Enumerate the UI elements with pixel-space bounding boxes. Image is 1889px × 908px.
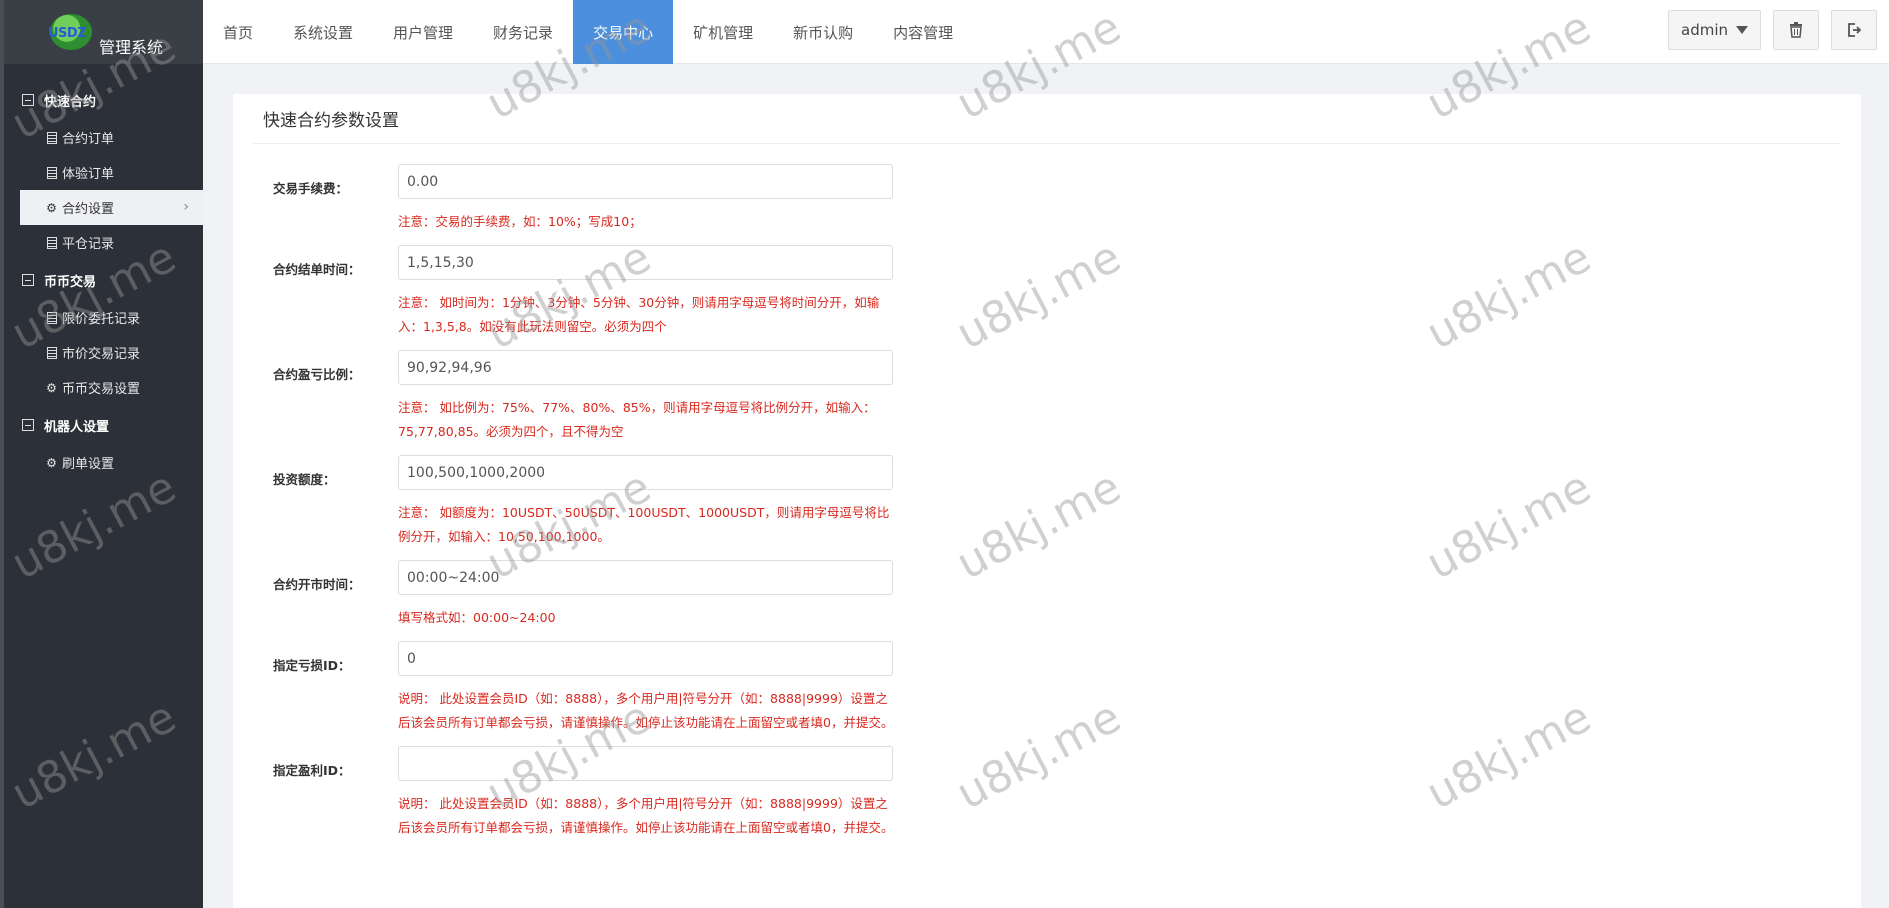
document-icon [45, 236, 58, 249]
fee-note: 注意：交易的手续费，如：10%；写成10； [398, 214, 642, 229]
sidebar-item-label: 合约订单 [62, 132, 115, 147]
user-name: admin [1681, 21, 1728, 39]
settle-time-label: 合约结单时间： [273, 262, 361, 277]
tab-finance-records[interactable]: 财务记录 [473, 0, 573, 64]
top-bar: 首页 系统设置 用户管理 财务记录 交易中心 矿机管理 新币认购 内容管理 ad… [203, 0, 1889, 64]
field-row-investment: 投资额度： 注意： 如额度为：10USDT、50USDT、100USDT、100… [233, 455, 1861, 549]
logout-button[interactable] [1831, 10, 1877, 50]
top-actions: admin [1668, 10, 1877, 50]
sidebar-item-label: 刷单设置 [62, 457, 115, 472]
sidebar-item-market-orders[interactable]: 市价交易记录 [4, 335, 203, 370]
caret-down-icon [1736, 26, 1748, 34]
sidebar-item-label: 限价委托记录 [62, 312, 141, 327]
document-icon [45, 166, 58, 179]
investment-note: 注意： 如额度为：10USDT、50USDT、100USDT、1000USDT，… [398, 505, 890, 544]
sidebar-item-contract-orders[interactable]: 合约订单 [4, 120, 203, 155]
open-time-input[interactable] [398, 560, 893, 595]
collapse-icon [22, 94, 34, 106]
fee-label: 交易手续费： [273, 181, 349, 196]
sidebar-item-limit-orders[interactable]: 限价委托记录 [4, 300, 203, 335]
sidebar-item-close-records[interactable]: 平仓记录 [4, 225, 203, 260]
document-icon [45, 311, 58, 324]
field-row-profit-ratio: 合约盈亏比例： 注意： 如比例为：75%、77%、80%、85%，则请用字母逗号… [233, 350, 1861, 444]
field-row-settle-time: 合约结单时间： 注意： 如时间为：1分钟、3分钟、5分钟、30分钟，则请用字母逗… [233, 245, 1861, 339]
sidebar-group-label: 机器人设置 [44, 419, 110, 435]
sidebar-item-label: 币币交易设置 [62, 382, 141, 397]
open-time-label: 合约开市时间： [273, 577, 361, 592]
sidebar-item-coin-settings[interactable]: ⚙ 币币交易设置 [4, 370, 203, 405]
tab-user-management[interactable]: 用户管理 [373, 0, 473, 64]
chevron-right-icon: › [183, 199, 189, 215]
collapse-icon [22, 419, 34, 431]
settle-time-input[interactable] [398, 245, 893, 280]
collapse-icon [22, 274, 34, 286]
profit-ratio-note: 注意： 如比例为：75%、77%、80%、85%，则请用字母逗号将比例分开，如输… [398, 400, 876, 439]
contract-settings-form: 交易手续费： 注意：交易的手续费，如：10%；写成10； 合约结单时间： 注意：… [233, 144, 1861, 840]
gear-icon: ⚙ [46, 200, 57, 215]
settle-time-note: 注意： 如时间为：1分钟、3分钟、5分钟、30分钟，则请用字母逗号将时间分开，如… [398, 295, 880, 334]
loss-id-note: 说明： 此处设置会员ID（如：8888），多个用户用|符号分开（如：8888|9… [398, 691, 894, 730]
sidebar-item-brush-settings[interactable]: ⚙ 刷单设置 [4, 445, 203, 480]
document-icon [45, 346, 58, 359]
field-row-fee: 交易手续费： 注意：交易的手续费，如：10%；写成10； [233, 164, 1861, 234]
user-dropdown-button[interactable]: admin [1668, 10, 1761, 50]
profit-id-input[interactable] [398, 746, 893, 781]
investment-input[interactable] [398, 455, 893, 490]
sidebar-item-label: 市价交易记录 [62, 347, 141, 362]
page-title: 快速合约参数设置 [253, 94, 1841, 144]
profit-ratio-label: 合约盈亏比例： [273, 367, 361, 382]
tab-miner-management[interactable]: 矿机管理 [673, 0, 773, 64]
loss-id-label: 指定亏损ID： [273, 658, 351, 673]
field-row-open-time: 合约开市时间： 填写格式如：00:00~24:00 [233, 560, 1861, 630]
tab-system-settings[interactable]: 系统设置 [273, 0, 373, 64]
sidebar-item-trial-orders[interactable]: 体验订单 [4, 155, 203, 190]
gear-icon: ⚙ [46, 380, 57, 395]
profit-ratio-input[interactable] [398, 350, 893, 385]
top-nav: 首页 系统设置 用户管理 财务记录 交易中心 矿机管理 新币认购 内容管理 [203, 0, 973, 64]
field-row-loss-id: 指定亏损ID： 说明： 此处设置会员ID（如：8888），多个用户用|符号分开（… [233, 641, 1861, 735]
tab-content-management[interactable]: 内容管理 [873, 0, 973, 64]
sidebar-group-robot[interactable]: 机器人设置 [4, 405, 203, 445]
trash-icon [1790, 22, 1802, 38]
sidebar-item-label: 平仓记录 [62, 237, 115, 252]
tab-trading-center[interactable]: 交易中心 [573, 0, 674, 64]
field-row-profit-id: 指定盈利ID： 说明： 此处设置会员ID（如：8888），多个用户用|符号分开（… [233, 746, 1861, 840]
document-icon [45, 131, 58, 144]
sidebar-group-label: 币币交易 [44, 274, 97, 290]
logout-icon [1848, 23, 1862, 37]
sidebar-item-label: 合约设置 [62, 202, 115, 217]
sidebar-group-label: 快速合约 [44, 94, 97, 110]
sidebar: USDZ 管理系统 快速合约 合约订单 体验订单 ⚙ 合约设置 › 平仓记录 币… [0, 0, 203, 908]
open-time-note: 填写格式如：00:00~24:00 [398, 610, 556, 625]
clear-cache-button[interactable] [1773, 10, 1819, 50]
loss-id-input[interactable] [398, 641, 893, 676]
brand[interactable]: USDZ 管理系统 [4, 0, 203, 64]
brand-name: 管理系统 [99, 38, 164, 57]
sidebar-group-contract[interactable]: 快速合约 [4, 80, 203, 120]
gear-icon: ⚙ [46, 455, 57, 470]
sidebar-menu: 快速合约 合约订单 体验订单 ⚙ 合约设置 › 平仓记录 币币交易 限价委托记录 [4, 80, 203, 480]
profit-id-label: 指定盈利ID： [273, 763, 351, 778]
logo-text: USDZ [48, 26, 87, 41]
tab-home[interactable]: 首页 [203, 0, 273, 64]
fee-input[interactable] [398, 164, 893, 199]
investment-label: 投资额度： [273, 472, 336, 487]
profit-id-note: 说明： 此处设置会员ID（如：8888），多个用户用|符号分开（如：8888|9… [398, 796, 894, 835]
tab-new-coin[interactable]: 新币认购 [773, 0, 873, 64]
sidebar-group-coin-trade[interactable]: 币币交易 [4, 260, 203, 300]
settings-panel: 快速合约参数设置 交易手续费： 注意：交易的手续费，如：10%；写成10； 合约… [233, 94, 1861, 908]
sidebar-item-label: 体验订单 [62, 167, 115, 182]
sidebar-item-contract-settings[interactable]: ⚙ 合约设置 › [20, 190, 203, 225]
